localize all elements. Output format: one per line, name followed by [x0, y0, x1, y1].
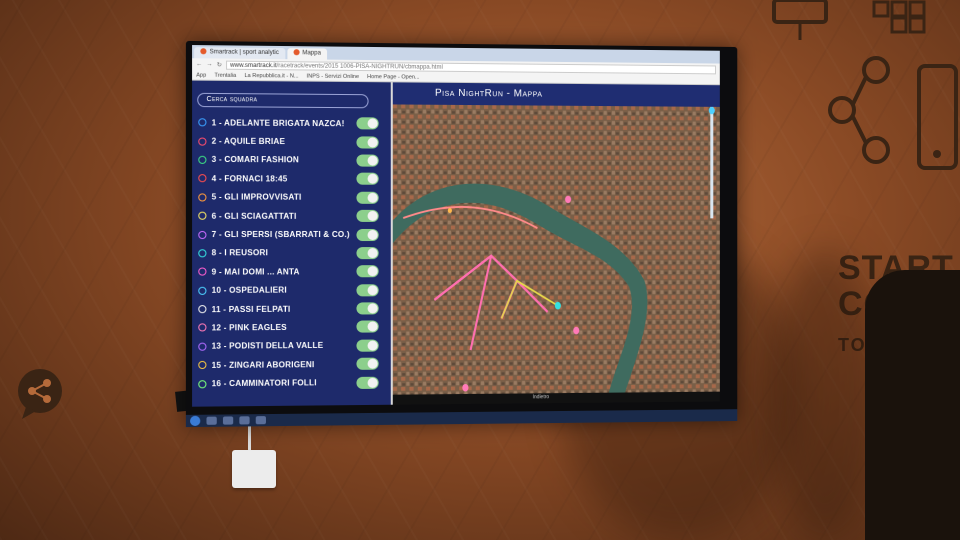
team-label: 7 - GLI SPERSI (SBARRATI & CO.)	[211, 229, 350, 240]
team-color-icon	[198, 155, 207, 164]
team-visibility-toggle[interactable]	[356, 117, 379, 130]
team-label: 9 - MAI DOMI ... ANTA	[211, 267, 300, 277]
taskbar-app-button[interactable]	[222, 416, 234, 425]
team-color-icon	[198, 305, 207, 314]
team-visibility-toggle[interactable]	[356, 376, 379, 389]
team-color-icon	[198, 342, 207, 351]
bookmark-item[interactable]: La Repubblica.it - N...	[244, 72, 298, 79]
team-label: 13 - PODISTI DELLA VALLE	[211, 341, 324, 352]
team-list-item[interactable]: 2 - AQUILE BRIAE	[198, 132, 391, 152]
download-box-icon	[772, 0, 828, 40]
bookmark-item[interactable]: INPS - Servizi Online	[307, 73, 359, 80]
team-list-item[interactable]: 1 - ADELANTE BRIGATA NAZCA!	[198, 113, 391, 133]
url-path: /racetrack/events/2015 1006-PISA-NIGHTRU…	[276, 62, 443, 71]
team-list-item[interactable]: 8 - I REUSORI	[198, 244, 391, 263]
team-list-item[interactable]: 3 - COMARI FASHION	[198, 150, 391, 169]
person-silhouette	[865, 270, 960, 540]
team-label: 5 - GLI IMPROVVISATI	[211, 192, 302, 202]
team-search-input[interactable]: Cerca squadra	[197, 92, 369, 109]
team-color-icon	[198, 267, 207, 276]
forward-icon[interactable]: →	[206, 61, 212, 67]
grid-icon	[872, 0, 926, 34]
bookmark-item[interactable]: Trentalia	[215, 72, 237, 78]
team-list-item[interactable]: 11 - PASSI FELPATI	[198, 299, 391, 318]
team-color-icon	[198, 286, 207, 295]
team-label: 6 - GLI SCIAGATTATI	[211, 211, 297, 221]
team-label: 11 - PASSI FELPATI	[211, 304, 291, 314]
chat-share-icon	[18, 369, 62, 419]
team-list-item[interactable]: 13 - PODISTI DELLA VALLE	[198, 336, 391, 356]
team-color-icon	[198, 249, 207, 258]
team-visibility-toggle[interactable]	[356, 357, 379, 371]
team-list-item[interactable]: 4 - FORNACI 18:45	[198, 169, 391, 188]
team-color-icon	[198, 323, 207, 332]
team-label: 2 - AQUILE BRIAE	[211, 136, 286, 147]
team-label: 8 - I REUSORI	[211, 248, 269, 258]
team-color-icon	[198, 193, 207, 202]
team-visibility-toggle[interactable]	[356, 154, 379, 167]
url-domain: www.smartrack.it	[230, 62, 277, 69]
team-color-icon	[198, 174, 207, 183]
team-visibility-toggle[interactable]	[356, 135, 379, 149]
bookmark-item[interactable]: App	[196, 72, 206, 78]
team-sidebar: Cerca squadra 1 - ADELANTE BRIGATA NAZCA…	[192, 80, 391, 407]
team-visibility-toggle[interactable]	[356, 191, 379, 204]
favicon-icon	[293, 49, 300, 56]
team-color-icon	[198, 118, 207, 127]
team-list-item[interactable]: 6 - GLI SCIAGATTATI	[198, 207, 391, 226]
team-visibility-toggle[interactable]	[356, 228, 379, 241]
team-list-item[interactable]: 9 - MAI DOMI ... ANTA	[198, 262, 391, 281]
tab-smartrack[interactable]: Smartrack | sport analytic	[194, 47, 285, 60]
taskbar-app-button[interactable]	[239, 416, 250, 425]
back-label[interactable]: Indietro	[533, 394, 550, 400]
team-list-item[interactable]: 12 - PINK EAGLES	[198, 318, 391, 338]
team-color-icon	[198, 361, 207, 370]
share-icon	[828, 56, 890, 164]
team-visibility-toggle[interactable]	[356, 320, 379, 334]
monitor-screen: Smartrack | sport analytic Mappa ← → ↻ w…	[192, 45, 720, 407]
team-label: 12 - PINK EAGLES	[211, 322, 287, 333]
tab-mappa[interactable]: Mappa	[286, 48, 328, 60]
team-color-icon	[198, 379, 207, 389]
wall-monitor: Smartrack | sport analytic Mappa ← → ↻ w…	[185, 40, 738, 428]
tracking-app: Cerca squadra 1 - ADELANTE BRIGATA NAZCA…	[192, 80, 720, 407]
team-list-item[interactable]: 15 - ZINGARI ABORIGENI	[198, 355, 391, 375]
team-label: 16 - CAMMINATORI FOLLI	[211, 378, 317, 389]
map-title: Pisa NightRun - Mappa	[392, 82, 720, 107]
map-imagery	[392, 104, 720, 395]
favicon-icon	[200, 48, 207, 55]
team-list-item[interactable]: 5 - GLI IMPROVVISATI	[198, 188, 391, 207]
team-label: 3 - COMARI FASHION	[211, 155, 300, 165]
team-color-icon	[198, 137, 207, 146]
team-visibility-toggle[interactable]	[356, 265, 379, 278]
start-button[interactable]	[190, 415, 201, 427]
team-list-item[interactable]: 7 - GLI SPERSI (SBARRATI & CO.)	[198, 225, 391, 244]
team-color-icon	[198, 230, 207, 239]
team-visibility-toggle[interactable]	[356, 246, 379, 260]
team-visibility-toggle[interactable]	[356, 302, 379, 315]
map-pane: Pisa NightRun - Mappa Indietro	[392, 82, 720, 405]
power-plug	[232, 450, 276, 488]
bookmark-item[interactable]: Home Page - Open...	[367, 74, 419, 81]
team-label: 10 - OSPEDALIERI	[211, 285, 287, 296]
team-list-item[interactable]: 16 - CAMMINATORI FOLLI	[198, 373, 391, 393]
team-list: 1 - ADELANTE BRIGATA NAZCA! 2 - AQUILE BR…	[192, 113, 391, 393]
smartphone-icon	[917, 64, 958, 170]
back-icon[interactable]: ←	[196, 61, 202, 67]
team-list-item[interactable]: 10 - OSPEDALIERI	[198, 281, 391, 300]
team-label: 1 - ADELANTE BRIGATA NAZCA!	[211, 117, 345, 128]
team-visibility-toggle[interactable]	[356, 283, 379, 297]
map-status-bar: Indietro	[392, 391, 720, 405]
team-visibility-toggle[interactable]	[356, 339, 379, 352]
taskbar-app-button[interactable]	[255, 416, 266, 425]
reload-icon[interactable]: ↻	[217, 61, 222, 68]
team-label: 4 - FORNACI 18:45	[211, 173, 288, 184]
team-visibility-toggle[interactable]	[356, 172, 379, 186]
team-color-icon	[198, 211, 207, 220]
satellite-map[interactable]	[392, 104, 720, 395]
team-label: 15 - ZINGARI ABORIGENI	[211, 359, 315, 370]
team-visibility-toggle[interactable]	[356, 209, 379, 223]
taskbar-app-button[interactable]	[206, 416, 217, 425]
